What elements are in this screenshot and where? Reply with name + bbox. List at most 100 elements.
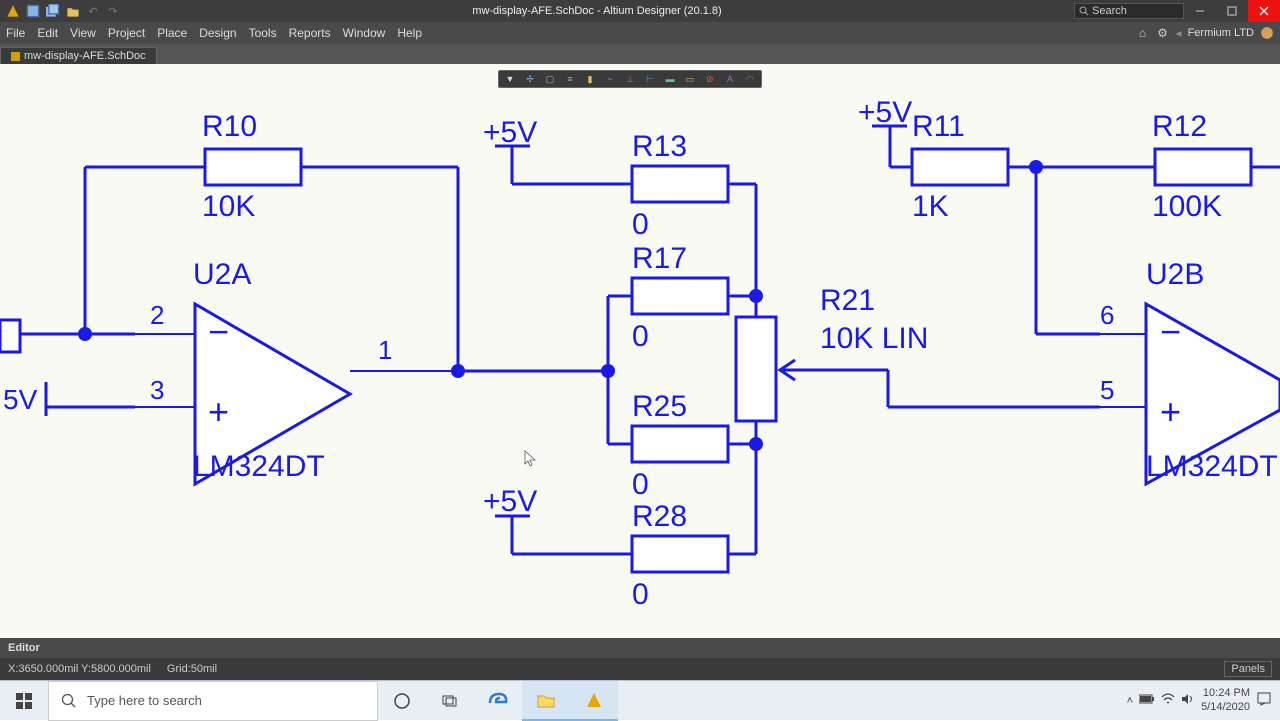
svg-text:+: + xyxy=(1160,391,1181,432)
start-button[interactable] xyxy=(0,681,48,721)
svg-text:R13: R13 xyxy=(632,130,687,163)
gear-icon[interactable]: ⚙ xyxy=(1156,26,1170,40)
svg-text:R11: R11 xyxy=(912,110,965,143)
component-r12: R12 100K xyxy=(1036,110,1280,223)
power-port-5v-1: +5V xyxy=(483,116,632,184)
home-icon[interactable]: ⌂ xyxy=(1136,26,1150,40)
svg-text:100K: 100K xyxy=(1152,190,1222,223)
editor-label[interactable]: Editor xyxy=(8,642,40,654)
menu-design[interactable]: Design xyxy=(193,26,242,40)
svg-text:LM324DT: LM324DT xyxy=(1146,450,1278,483)
status-coords: X:3650.000mil Y:5800.000mil xyxy=(8,663,151,675)
component-r10: R10 10K xyxy=(85,110,458,371)
svg-text:R10: R10 xyxy=(202,110,257,143)
document-tab-bar: mw-display-AFE.SchDoc xyxy=(0,44,1280,64)
svg-text:6: 6 xyxy=(1100,300,1114,330)
taskbar-edge[interactable] xyxy=(474,681,522,721)
folder-icon[interactable] xyxy=(66,4,80,18)
breadcrumb[interactable]: Fermium LTD xyxy=(1188,27,1254,39)
titlebar: ↶ ↷ mw-display-AFE.SchDoc - Altium Desig… xyxy=(0,0,1280,22)
svg-text:+5V: +5V xyxy=(858,96,912,129)
minimize-button[interactable] xyxy=(1184,0,1216,22)
taskbar-search[interactable]: Type here to search xyxy=(48,681,378,721)
svg-text:R21: R21 xyxy=(820,284,875,317)
taskbar-search-placeholder: Type here to search xyxy=(87,693,202,708)
component-r17: R17 0 xyxy=(608,242,756,371)
svg-text:0: 0 xyxy=(632,468,649,501)
power-port-5v-2: +5V xyxy=(483,485,632,554)
taskbar-explorer[interactable] xyxy=(522,681,570,721)
svg-text:−: − xyxy=(1160,311,1181,352)
component-r28: R28 0 xyxy=(632,444,756,611)
svg-text:R25: R25 xyxy=(632,390,687,423)
save-all-icon[interactable] xyxy=(46,4,60,18)
svg-text:0: 0 xyxy=(632,208,649,241)
svg-text:3: 3 xyxy=(150,375,164,405)
app-icon xyxy=(6,4,20,18)
svg-text:−: − xyxy=(208,311,229,352)
panels-button[interactable]: Panels xyxy=(1224,661,1272,677)
svg-text:1: 1 xyxy=(378,335,392,365)
undo-icon[interactable]: ↶ xyxy=(86,4,100,18)
tray-clock[interactable]: 10:24 PM 5/14/2020 xyxy=(1201,687,1250,713)
tray-volume-icon[interactable] xyxy=(1181,693,1195,708)
taskbar-cortana[interactable] xyxy=(378,681,426,721)
status-bar: X:3650.000mil Y:5800.000mil Grid:50mil P… xyxy=(0,658,1280,680)
component-r21: R21 10K LIN xyxy=(736,284,1100,444)
maximize-button[interactable] xyxy=(1216,0,1248,22)
schematic-canvas[interactable]: ▼ ✢ ▢ ≡ ▮ ~ ⊥ ⊢ ▬ ▭ ⊘ A ◠ 5V − + U2A LM3… xyxy=(0,64,1280,638)
status-grid: Grid:50mil xyxy=(167,663,217,675)
menu-help[interactable]: Help xyxy=(391,26,428,40)
component-r11: R11 1K xyxy=(912,110,1036,223)
tray-notifications-icon[interactable] xyxy=(1256,691,1272,710)
svg-text:U2A: U2A xyxy=(193,258,251,291)
svg-text:LM324DT: LM324DT xyxy=(193,450,325,483)
svg-text:U2B: U2B xyxy=(1146,258,1204,291)
schematic-drawing: 5V − + U2A LM324DT 2 3 1 R10 xyxy=(0,64,1280,638)
svg-text:R17: R17 xyxy=(632,242,687,275)
close-button[interactable] xyxy=(1248,0,1280,22)
svg-text:5: 5 xyxy=(1100,375,1114,405)
svg-text:10K LIN: 10K LIN xyxy=(820,322,928,355)
svg-text:R12: R12 xyxy=(1152,110,1207,143)
document-tab[interactable]: mw-display-AFE.SchDoc xyxy=(0,47,157,64)
breadcrumb-sep: ◂ xyxy=(1176,26,1182,40)
svg-text:+: + xyxy=(208,391,229,432)
svg-text:0: 0 xyxy=(632,578,649,611)
schdoc-icon xyxy=(11,52,20,61)
menu-reports[interactable]: Reports xyxy=(283,26,337,40)
menu-place[interactable]: Place xyxy=(151,26,193,40)
user-icon[interactable] xyxy=(1260,26,1274,40)
editor-bar: Editor xyxy=(0,638,1280,658)
document-tab-label: mw-display-AFE.SchDoc xyxy=(24,50,146,62)
menu-view[interactable]: View xyxy=(64,26,102,40)
window-title: mw-display-AFE.SchDoc - Altium Designer … xyxy=(120,5,1074,17)
power-port-5v-3: +5V xyxy=(858,96,912,167)
svg-text:5V: 5V xyxy=(3,384,38,415)
menu-project[interactable]: Project xyxy=(102,26,151,40)
tray-chevron-icon[interactable]: ˄ xyxy=(1127,695,1133,707)
svg-text:0: 0 xyxy=(632,320,649,353)
taskbar-taskview[interactable] xyxy=(426,681,474,721)
search-box[interactable]: Search xyxy=(1074,3,1184,19)
svg-text:1K: 1K xyxy=(912,190,949,223)
menu-file[interactable]: File xyxy=(0,26,31,40)
menubar: File Edit View Project Place Design Tool… xyxy=(0,22,1280,44)
tray-wifi-icon[interactable] xyxy=(1161,693,1175,708)
save-icon[interactable] xyxy=(26,4,40,18)
menu-edit[interactable]: Edit xyxy=(31,26,64,40)
svg-text:+5V: +5V xyxy=(483,485,537,518)
menu-window[interactable]: Window xyxy=(337,26,392,40)
tray-date: 5/14/2020 xyxy=(1201,701,1250,714)
component-u2b: − + U2B LM324DT 6 5 xyxy=(1100,258,1280,484)
svg-text:10K: 10K xyxy=(202,190,255,223)
redo-icon[interactable]: ↷ xyxy=(106,4,120,18)
svg-text:R28: R28 xyxy=(632,500,687,533)
tray-battery-icon[interactable] xyxy=(1139,694,1155,707)
component-u2a: − + U2A LM324DT 2 3 1 xyxy=(135,258,458,484)
taskbar-altium[interactable] xyxy=(570,681,618,721)
svg-text:2: 2 xyxy=(150,300,164,330)
menu-tools[interactable]: Tools xyxy=(243,26,283,40)
svg-text:+5V: +5V xyxy=(483,116,537,149)
search-placeholder: Search xyxy=(1092,5,1127,17)
